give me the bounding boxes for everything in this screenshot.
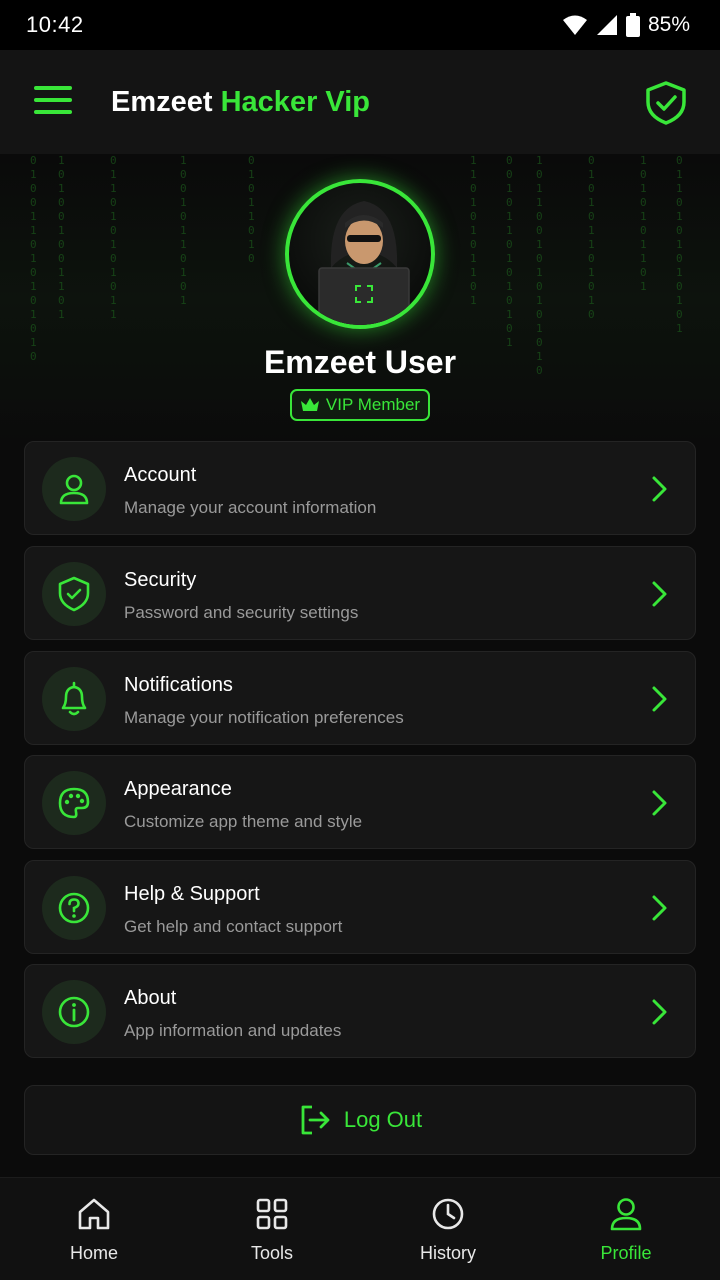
menu-item-title: About — [124, 987, 177, 1009]
menu-item-security[interactable]: Security Password and security settings — [24, 546, 696, 640]
card-icon-container — [42, 667, 106, 731]
menu-item-about[interactable]: About App information and updates — [24, 964, 696, 1058]
logout-button[interactable]: Log Out — [24, 1085, 696, 1155]
card-icon-container — [42, 562, 106, 626]
chevron-right-icon — [652, 686, 667, 712]
menu-item-help-support[interactable]: Help & Support Get help and contact supp… — [24, 860, 696, 954]
menu-item-title: Security — [124, 569, 197, 591]
menu-item-account[interactable]: Account Manage your account information — [24, 441, 696, 535]
chevron-right-icon — [652, 999, 667, 1025]
nav-tools[interactable]: Tools — [212, 1178, 332, 1280]
menu-item-notifications[interactable]: Notifications Manage your notification p… — [24, 651, 696, 745]
vip-badge: VIP Member — [290, 389, 430, 421]
avatar[interactable] — [285, 179, 435, 329]
shield-check-icon[interactable] — [644, 80, 688, 126]
menu-item-title: Account — [124, 464, 197, 486]
matrix-rain: 1 0 1 0 1 0 1 1 0 1 — [640, 154, 647, 293]
status-bar: 10:42 85% — [0, 0, 720, 50]
menu-item-subtitle: Manage your notification preferences — [124, 708, 404, 727]
menu-item-subtitle: Customize app theme and style — [124, 812, 363, 831]
menu-item-subtitle: Manage your account information — [124, 498, 377, 517]
matrix-rain: 0 1 0 0 1 1 0 1 0 1 0 1 0 1 0 — [30, 154, 37, 363]
chevron-right-icon — [652, 895, 667, 921]
menu-item-title: Appearance — [124, 778, 232, 800]
nav-label: Home — [69, 1243, 118, 1263]
app-bar: Emzeet Hacker Vip — [0, 50, 720, 154]
info-icon — [58, 996, 90, 1028]
app-title-main: Emzeet — [111, 86, 213, 118]
home-icon — [78, 1198, 110, 1230]
matrix-rain: 1 0 1 0 0 1 0 0 1 1 0 1 — [58, 154, 65, 321]
menu-item-subtitle: Password and security settings — [124, 603, 359, 622]
nav-label: Profile — [600, 1243, 652, 1263]
logout-icon — [301, 1105, 330, 1135]
user-icon — [610, 1198, 642, 1231]
menu-item-title: Help & Support — [124, 883, 260, 905]
palette-icon — [58, 787, 90, 819]
battery-percent: 85% — [647, 13, 690, 36]
chevron-right-icon — [652, 581, 667, 607]
user-name: Emzeet User — [263, 344, 457, 380]
card-icon-container — [42, 980, 106, 1044]
help-circle-icon — [58, 892, 90, 924]
menu-item-title: Notifications — [124, 674, 233, 696]
menu-icon-line — [34, 86, 72, 90]
card-icon-container — [42, 771, 106, 835]
grid-icon — [256, 1198, 288, 1230]
status-time: 10:42 — [26, 12, 84, 37]
logout-label: Log Out — [343, 1107, 423, 1132]
status-icons: 85% — [562, 13, 690, 37]
hacker-avatar-image — [318, 201, 410, 325]
user-icon — [59, 474, 89, 505]
menu-item-subtitle: Get help and contact support — [124, 917, 343, 936]
profile-hero: 0 1 0 0 1 1 0 1 0 1 0 1 0 1 0 1 0 1 0 0 … — [0, 154, 720, 444]
nav-home[interactable]: Home — [34, 1178, 154, 1280]
bell-icon — [61, 681, 87, 716]
matrix-rain: 1 0 0 1 0 1 1 0 1 0 1 — [180, 154, 187, 307]
nav-profile[interactable]: Profile — [566, 1178, 686, 1280]
menu-item-subtitle: App information and updates — [124, 1021, 342, 1040]
matrix-rain: 0 1 1 0 1 0 1 0 1 0 1 1 — [110, 154, 117, 321]
matrix-rain: 0 1 0 1 0 1 1 0 1 0 1 0 — [588, 154, 595, 321]
nav-label: History — [419, 1243, 476, 1263]
chevron-right-icon — [652, 790, 667, 816]
clock-icon — [432, 1198, 464, 1230]
battery-icon — [625, 13, 640, 37]
vip-badge-label: VIP Member — [325, 395, 421, 414]
shield-check-icon — [58, 576, 90, 612]
app-title: Emzeet Hacker Vip — [111, 86, 370, 119]
matrix-rain: 0 1 0 1 1 0 1 0 — [248, 154, 255, 265]
menu-icon-line — [34, 110, 72, 114]
menu-button[interactable] — [34, 86, 72, 116]
card-icon-container — [42, 876, 106, 940]
matrix-rain: 0 1 1 0 1 0 1 0 1 0 1 0 1 — [676, 154, 683, 335]
wifi-icon — [562, 15, 587, 35]
app-title-accent: Hacker Vip — [220, 86, 370, 118]
nav-label: Tools — [250, 1243, 294, 1263]
bottom-nav: Home Tools History Profile — [0, 1177, 720, 1280]
menu-icon-line — [34, 98, 72, 102]
matrix-rain: 0 0 1 0 1 1 0 1 0 1 0 1 0 1 — [506, 154, 513, 349]
nav-history[interactable]: History — [388, 1178, 508, 1280]
chevron-right-icon — [652, 476, 667, 502]
signal-icon — [596, 15, 617, 35]
card-icon-container — [42, 457, 106, 521]
menu-item-appearance[interactable]: Appearance Customize app theme and style — [24, 755, 696, 849]
crown-icon — [300, 398, 319, 411]
matrix-rain: 1 1 0 1 0 1 0 1 1 0 1 — [470, 154, 477, 307]
